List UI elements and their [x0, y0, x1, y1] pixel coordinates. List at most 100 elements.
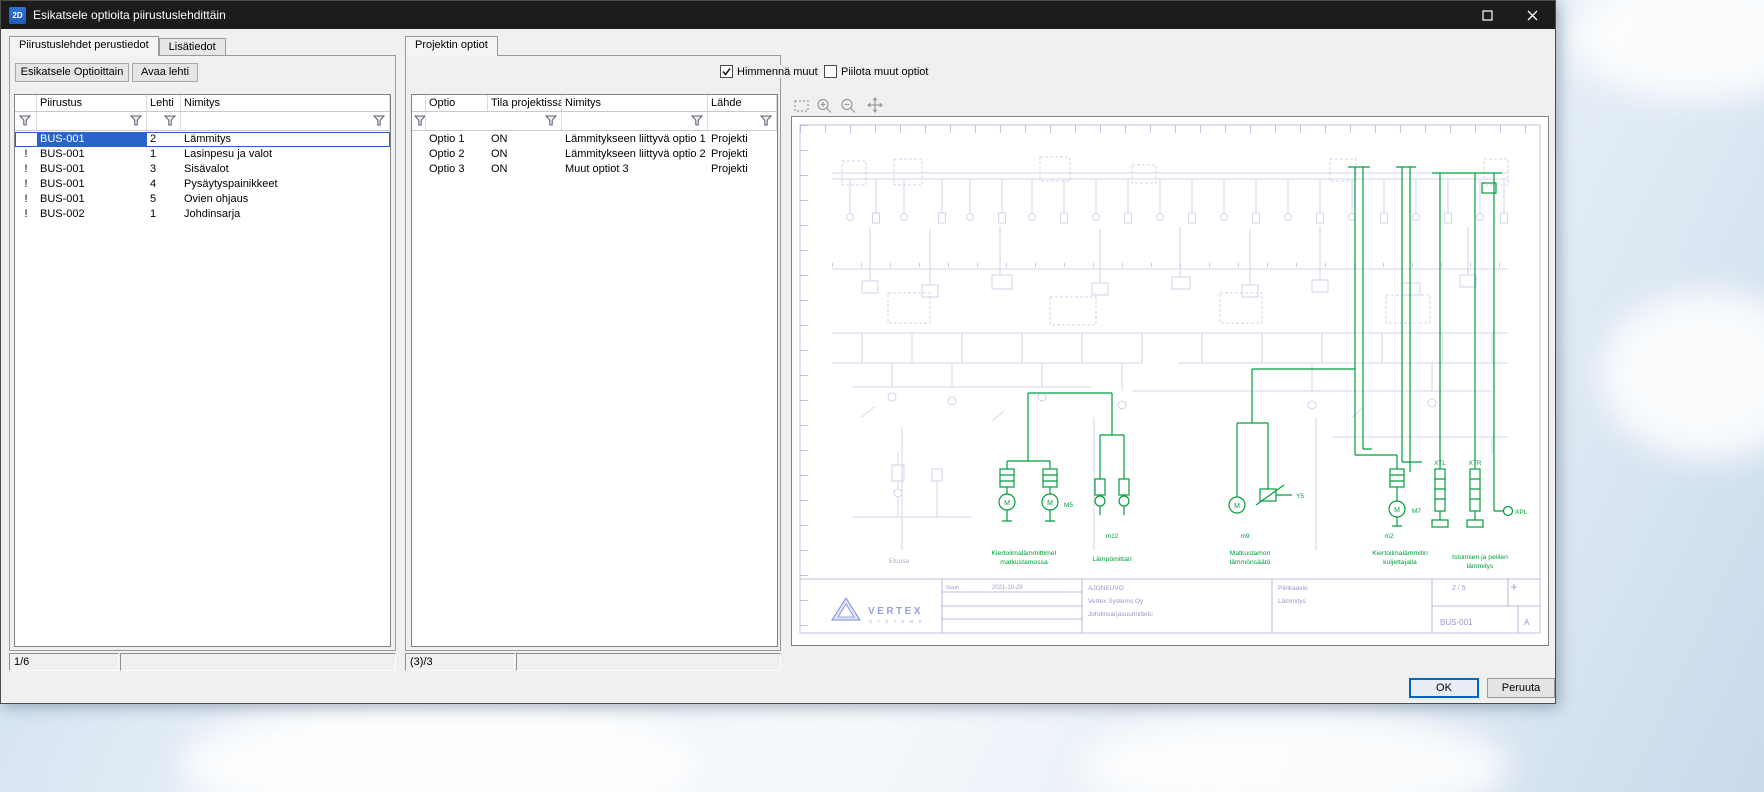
hide-other-options-checkbox[interactable]: Piilota muut optiot: [821, 65, 931, 78]
filter-icon[interactable]: [691, 115, 703, 126]
label-m2: m2: [1384, 533, 1393, 540]
label-m7: M7: [1412, 508, 1421, 515]
sheets-rows: BUS-001 2 Lämmitys ! BUS-001 1 Lasinpesu…: [15, 132, 390, 646]
row-marker: !: [15, 177, 37, 192]
open-sheet-button[interactable]: Avaa lehti: [132, 63, 198, 82]
dialog-window: 2D Esikatsele optioita piirustuslehdittä…: [0, 0, 1556, 704]
cancel-button[interactable]: Peruuta: [1487, 678, 1555, 698]
caption: Istuimien ja peilien: [1452, 554, 1508, 561]
desktop-cloud: [180, 700, 700, 792]
logo-text: VERTEX: [868, 606, 923, 617]
cell-nimitys: Sisävalot: [181, 162, 390, 177]
column-header-marker[interactable]: [15, 95, 37, 111]
titleblock-project: AJONEUVO: [1088, 585, 1124, 592]
logo-subtext: S Y S T E M S: [869, 619, 924, 624]
motor-symbol: M: [1004, 500, 1010, 507]
checkbox-label: Piilota muut optiot: [841, 66, 928, 78]
column-header-optio[interactable]: Optio: [426, 95, 488, 111]
title-bar: 2D Esikatsele optioita piirustuslehdittä…: [1, 1, 1555, 29]
cell-nimitys: Lämmitykseen liittyvä optio 1: [562, 132, 708, 147]
filter-icon[interactable]: [373, 115, 385, 126]
filter-icon[interactable]: [545, 115, 557, 126]
table-row[interactable]: ! BUS-002 1 Johdinsarja: [15, 207, 390, 222]
filter-icon[interactable]: [130, 115, 142, 126]
table-row[interactable]: Optio 1 ON Lämmitykseen liittyvä optio 1…: [412, 132, 777, 147]
column-header-nimitys[interactable]: Nimitys: [181, 95, 390, 111]
caption: lämmönsäätö: [1230, 559, 1271, 566]
sheets-status-spacer: [120, 653, 396, 671]
cell-nimitys: Lämmitys: [181, 132, 390, 147]
label-xtl: XTL: [1434, 460, 1446, 467]
close-button[interactable]: [1510, 1, 1555, 29]
dim-others-checkbox[interactable]: Himmennä muut: [717, 65, 821, 78]
checkbox-checked: [720, 65, 733, 78]
preview-by-options-button[interactable]: Esikatsele Optioittain: [15, 63, 129, 82]
filter-icon[interactable]: [164, 115, 176, 126]
filter-icon[interactable]: [760, 115, 772, 126]
caption: kuljettajalla: [1383, 559, 1417, 566]
cell-tila: ON: [488, 162, 562, 177]
ok-button[interactable]: OK: [1409, 678, 1479, 698]
table-row[interactable]: ! BUS-001 1 Lasinpesu ja valot: [15, 147, 390, 162]
sheets-tabstrip: Piirustuslehdet perustiedot Lisätiedot: [9, 36, 226, 56]
table-row[interactable]: ! BUS-001 3 Sisävalot: [15, 162, 390, 177]
cell-nimitys: Ovien ohjaus: [181, 192, 390, 207]
cell-nimitys: Pysäytyspainikkeet: [181, 177, 390, 192]
zoom-window-icon[interactable]: [795, 101, 808, 111]
table-row[interactable]: Optio 3 ON Muut optiot 3 Projekti: [412, 162, 777, 177]
options-filter-row: [412, 112, 777, 131]
cell-piirustus: BUS-001: [37, 162, 147, 177]
cell-lehti: 1: [147, 207, 181, 222]
filter-icon[interactable]: [414, 115, 426, 126]
tab-piirustuslehdet-perustiedot[interactable]: Piirustuslehdet perustiedot: [9, 36, 159, 56]
table-row[interactable]: Optio 2 ON Lämmitykseen liittyvä optio 2…: [412, 147, 777, 162]
zoom-in-icon[interactable]: [818, 100, 831, 113]
cell-lahde: Projekti: [708, 132, 777, 147]
label-etuosa: Etuosa: [889, 558, 910, 565]
caption: matkustamossa: [1000, 559, 1048, 566]
cell-nimitys: Lämmitykseen liittyvä optio 2: [562, 147, 708, 162]
filter-icon[interactable]: [19, 115, 31, 126]
desktop-cloud: [1600, 290, 1764, 460]
zoom-out-icon[interactable]: [842, 100, 855, 113]
column-header-nimitys[interactable]: Nimitys: [562, 95, 708, 111]
maximize-icon: [1482, 10, 1493, 21]
titleblock-drawing-no: BUS-001: [1440, 618, 1473, 627]
titleblock-date: 2021-10-29: [992, 585, 1023, 591]
options-table: Optio Tila projektissa Nimitys Lähde Opt…: [411, 94, 778, 647]
schematic-preview: M M M M M5 m12 m9 Y5 M7 m2 XTL XTR XPL K…: [792, 117, 1548, 645]
caption: Kiertoilmalämmitin: [1372, 550, 1428, 557]
maximize-button[interactable]: [1465, 1, 1510, 29]
cell-lahde: Projekti: [708, 147, 777, 162]
sheets-filter-row: [15, 112, 390, 131]
column-header-lehti[interactable]: Lehti: [147, 95, 181, 111]
column-header-tila[interactable]: Tila projektissa: [488, 95, 562, 111]
titleblock-rev: A: [1524, 618, 1530, 627]
plus-mark: [1511, 584, 1517, 590]
titleblock-dept: Johdinsarjasuunnittelu: [1088, 611, 1153, 618]
titleblock-doc-type: Piirikaavio: [1278, 585, 1308, 592]
table-row[interactable]: BUS-001 2 Lämmitys: [15, 132, 390, 147]
label-y5: Y5: [1296, 493, 1304, 500]
checkbox-unchecked: [824, 65, 837, 78]
desktop-cloud: [1080, 712, 1510, 792]
column-header-marker[interactable]: [412, 95, 426, 111]
row-marker: !: [15, 192, 37, 207]
check-icon: [721, 66, 732, 77]
options-status-spacer: [516, 653, 781, 671]
tab-projektin-optiot[interactable]: Projektin optiot: [405, 36, 498, 56]
drawing-preview[interactable]: M M M M M5 m12 m9 Y5 M7 m2 XTL XTR XPL K…: [791, 116, 1549, 646]
cell-lehti: 1: [147, 147, 181, 162]
caption: Kiertoilmalämmittimet: [992, 550, 1057, 557]
column-header-lahde[interactable]: Lähde: [708, 95, 777, 111]
table-row[interactable]: ! BUS-001 5 Ovien ohjaus: [15, 192, 390, 207]
cell-lehti: 2: [147, 132, 181, 147]
preview-toolbar: [793, 96, 889, 116]
tab-lisatiedot[interactable]: Lisätiedot: [159, 38, 226, 56]
pan-icon[interactable]: [867, 97, 883, 113]
sheets-table: Piirustus Lehti Nimitys BUS-001 2 Lämmit…: [14, 94, 391, 647]
table-row[interactable]: ! BUS-001 4 Pysäytyspainikkeet: [15, 177, 390, 192]
cell-optio: Optio 1: [426, 132, 488, 147]
column-header-piirustus[interactable]: Piirustus: [37, 95, 147, 111]
cell-piirustus: BUS-001: [37, 147, 147, 162]
